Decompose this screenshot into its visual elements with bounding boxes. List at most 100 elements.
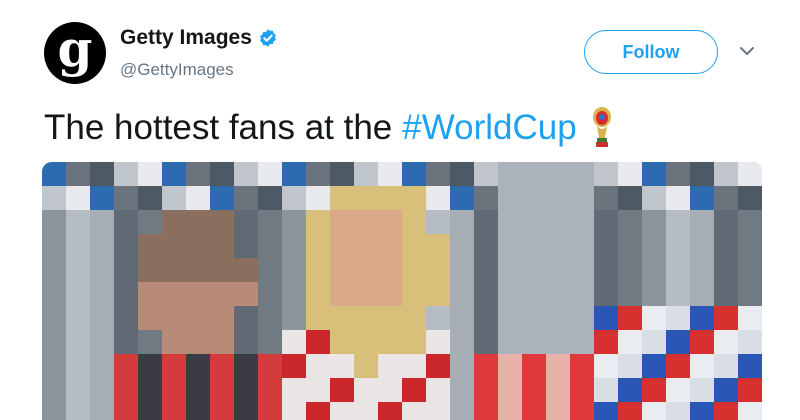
mosaic-tile — [378, 354, 402, 378]
mosaic-tile — [66, 282, 90, 306]
account-name[interactable]: Getty Images — [120, 26, 252, 50]
mosaic-tile — [138, 378, 162, 402]
mosaic-tile — [90, 234, 114, 258]
mosaic-tile — [738, 378, 762, 402]
mosaic-tile — [738, 354, 762, 378]
mosaic-tile — [522, 354, 546, 378]
mosaic-tile — [642, 306, 666, 330]
mosaic-tile — [162, 210, 186, 234]
mosaic-tile — [258, 330, 282, 354]
mosaic-tile — [330, 402, 354, 420]
mosaic-tile — [138, 306, 162, 330]
mosaic-tile — [402, 162, 426, 186]
mosaic-tile — [258, 186, 282, 210]
mosaic-tile — [66, 330, 90, 354]
mosaic-tile — [450, 402, 474, 420]
hashtag-link[interactable]: #WorldCup — [402, 108, 576, 148]
mosaic-tile — [282, 162, 306, 186]
mosaic-tile — [186, 162, 210, 186]
mosaic-tile — [138, 210, 162, 234]
mosaic-tile — [162, 378, 186, 402]
mosaic-tile — [210, 330, 234, 354]
mosaic-tile — [594, 378, 618, 402]
mosaic-tile — [426, 234, 450, 258]
mosaic-tile — [690, 186, 714, 210]
mosaic-tile — [354, 162, 378, 186]
mosaic-tile — [690, 378, 714, 402]
mosaic-tile — [570, 234, 594, 258]
world-cup-trophy-icon — [592, 107, 611, 147]
mosaic-tile — [306, 354, 330, 378]
mosaic-tile — [186, 258, 210, 282]
mosaic-tile — [210, 354, 234, 378]
mosaic-tile — [450, 234, 474, 258]
mosaic-tile — [114, 402, 138, 420]
mosaic-tile — [162, 402, 186, 420]
mosaic-tile — [498, 234, 522, 258]
mosaic-tile — [618, 162, 642, 186]
mosaic-tile — [402, 186, 426, 210]
mosaic-tile — [426, 306, 450, 330]
chevron-down-icon[interactable] — [738, 44, 756, 58]
pixelated-photo — [42, 162, 762, 420]
mosaic-tile — [522, 258, 546, 282]
mosaic-tile — [594, 162, 618, 186]
mosaic-tile — [234, 306, 258, 330]
mosaic-tile — [306, 258, 330, 282]
mosaic-tile — [714, 234, 738, 258]
mosaic-tile — [282, 306, 306, 330]
mosaic-tile — [594, 258, 618, 282]
mosaic-tile — [330, 258, 354, 282]
mosaic-tile — [258, 282, 282, 306]
mosaic-tile — [234, 378, 258, 402]
mosaic-tile — [138, 234, 162, 258]
mosaic-tile — [306, 306, 330, 330]
mosaic-tile — [90, 186, 114, 210]
mosaic-tile — [378, 210, 402, 234]
mosaic-tile — [546, 282, 570, 306]
mosaic-tile — [666, 162, 690, 186]
mosaic-tile — [210, 378, 234, 402]
mosaic-tile — [642, 378, 666, 402]
mosaic-tile — [426, 186, 450, 210]
avatar[interactable]: g — [44, 22, 106, 84]
mosaic-tile — [738, 258, 762, 282]
mosaic-tile — [330, 306, 354, 330]
follow-button[interactable]: Follow — [584, 30, 718, 74]
mosaic-tile — [258, 306, 282, 330]
mosaic-tile — [282, 330, 306, 354]
mosaic-tile — [162, 330, 186, 354]
mosaic-tile — [354, 210, 378, 234]
mosaic-tile — [306, 234, 330, 258]
mosaic-tile — [402, 378, 426, 402]
mosaic-tile — [714, 162, 738, 186]
mosaic-tile — [234, 330, 258, 354]
mosaic-tile — [138, 186, 162, 210]
mosaic-tile — [474, 402, 498, 420]
mosaic-tile — [474, 354, 498, 378]
mosaic-tile — [546, 402, 570, 420]
mosaic-tile — [426, 162, 450, 186]
account-handle[interactable]: @GettyImages — [120, 60, 234, 80]
mosaic-tile — [690, 234, 714, 258]
mosaic-tile — [666, 378, 690, 402]
mosaic-tile — [258, 234, 282, 258]
mosaic-tile — [210, 282, 234, 306]
mosaic-tile — [378, 258, 402, 282]
mosaic-tile — [474, 330, 498, 354]
mosaic-tile — [42, 402, 66, 420]
mosaic-tile — [546, 378, 570, 402]
mosaic-tile — [282, 282, 306, 306]
mosaic-tile — [114, 186, 138, 210]
account-name-row: Getty Images — [120, 26, 278, 50]
mosaic-tile — [690, 402, 714, 420]
mosaic-tile — [234, 354, 258, 378]
mosaic-tile — [306, 402, 330, 420]
mosaic-tile — [426, 378, 450, 402]
tweet-media-image[interactable] — [42, 162, 762, 420]
mosaic-tile — [450, 354, 474, 378]
mosaic-tile — [666, 258, 690, 282]
mosaic-tile — [210, 210, 234, 234]
mosaic-tile — [642, 330, 666, 354]
mosaic-tile — [402, 402, 426, 420]
